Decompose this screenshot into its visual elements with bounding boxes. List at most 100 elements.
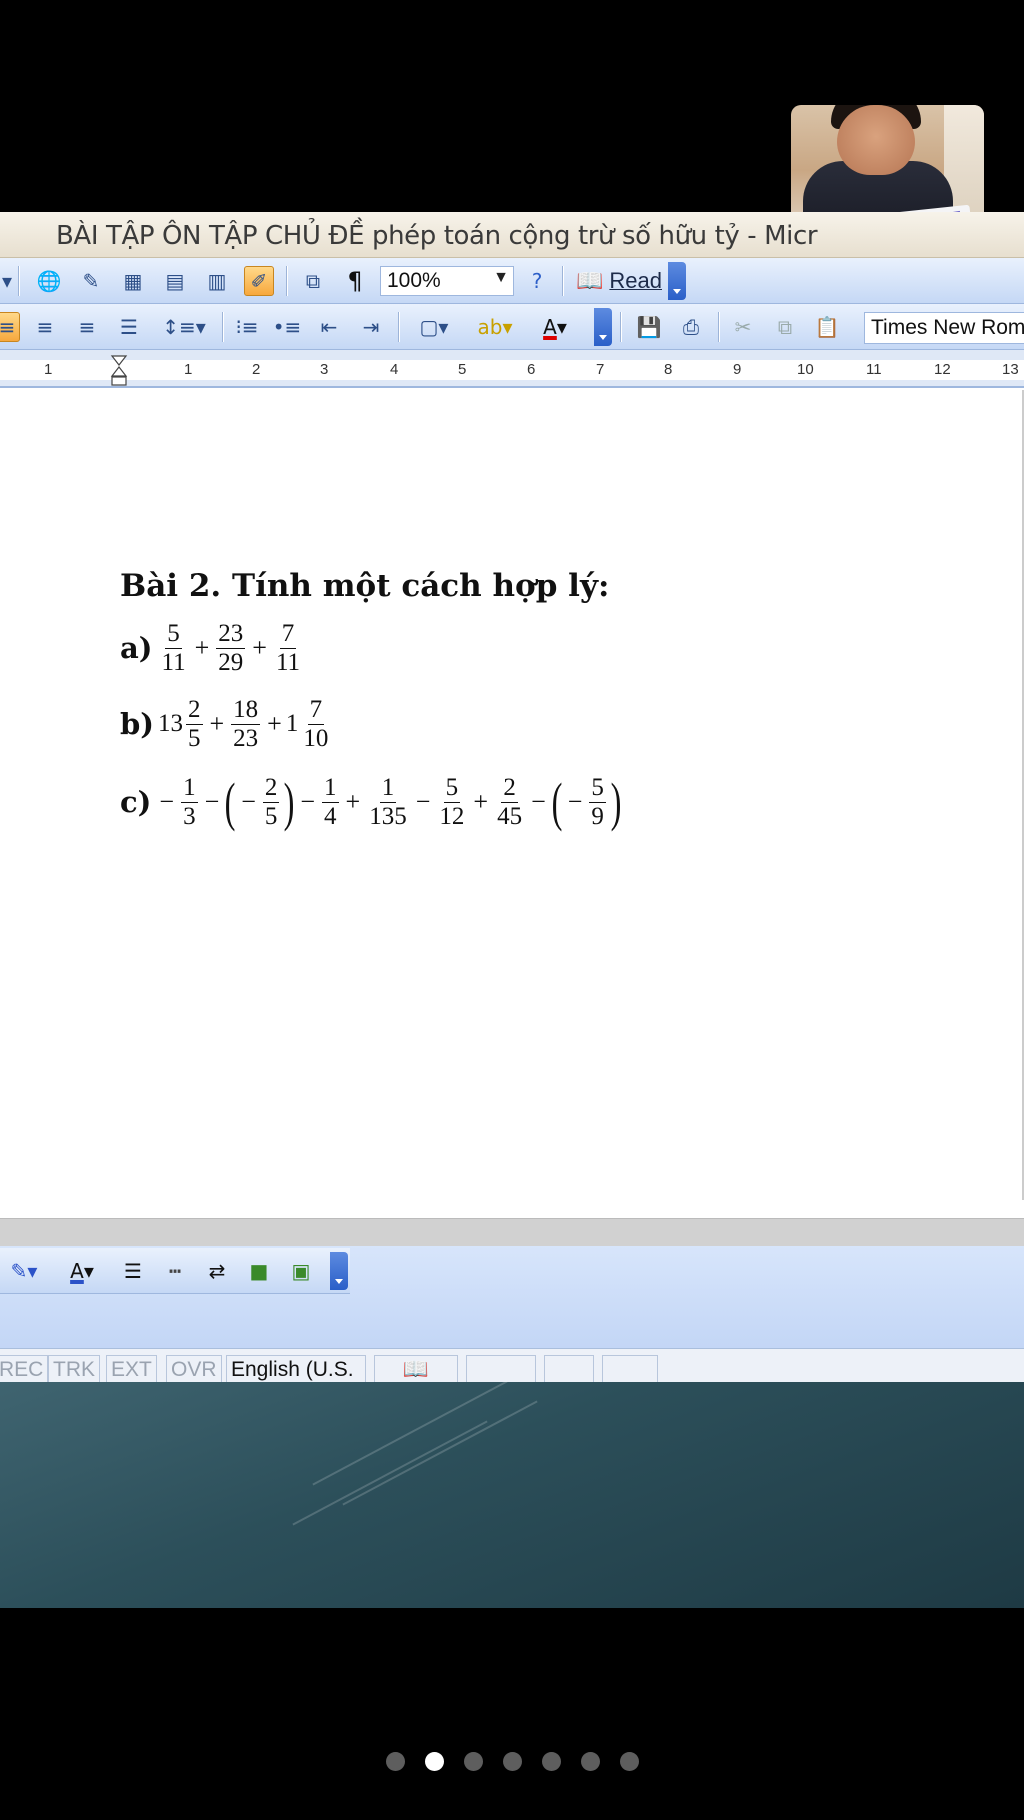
highlight-icon[interactable]: ab▾	[468, 312, 522, 342]
status-rec[interactable]: REC	[0, 1355, 49, 1382]
horizontal-ruler: 1 1 2 3 4 5 6 7 8 9 10 11 12 13	[0, 350, 1024, 388]
ruler-number: 2	[252, 361, 261, 378]
status-language[interactable]: English (U.S.	[226, 1355, 366, 1382]
page-dot[interactable]	[463, 1752, 483, 1771]
page-dot[interactable]	[502, 1752, 522, 1771]
operator: +	[194, 633, 210, 662]
toolbar-overflow-icon[interactable]: ▾	[0, 266, 14, 296]
numbering-icon[interactable]: ⁝≡	[232, 312, 262, 342]
3d-style-icon[interactable]: ▣	[286, 1256, 316, 1286]
page-dot-active[interactable]	[424, 1752, 444, 1771]
borders-icon[interactable]: ▢▾	[408, 312, 460, 342]
tables-borders-icon[interactable]: ✎	[76, 266, 106, 296]
columns-icon[interactable]: ▥	[202, 266, 232, 296]
status-empty-cell	[544, 1355, 594, 1382]
font-color-icon[interactable]: A ▾	[530, 312, 580, 342]
page-dot[interactable]	[385, 1752, 405, 1771]
page-indicator	[0, 1752, 1024, 1776]
operator: +	[252, 633, 267, 662]
line-style-icon[interactable]: ☰	[118, 1256, 148, 1286]
right-paren: )	[610, 772, 622, 832]
fraction: 1 135	[369, 774, 407, 830]
fraction: 25	[262, 774, 280, 830]
ruler-number: 6	[527, 361, 536, 378]
line-color-icon[interactable]: ✎▾	[0, 1256, 48, 1286]
font-name-select[interactable]: Times New Rom	[864, 312, 1024, 344]
operator: −	[204, 787, 220, 816]
formatting-toolbar: ≡ ≡ ≡ ☰ ↕≡▾ ⁝≡ •≡ ⇤ ⇥ ▢▾ ab▾ A ▾ 💾 ⎙ ✂ ⧉ …	[0, 304, 1024, 350]
operator: +	[209, 709, 225, 738]
fraction: 7 10	[303, 696, 329, 752]
page-dot[interactable]	[580, 1752, 600, 1771]
save-icon[interactable]: 💾	[634, 312, 664, 342]
arrow-style-icon[interactable]: ⇄	[202, 1256, 232, 1286]
decrease-indent-icon[interactable]: ⇤	[314, 312, 344, 342]
operator: +	[267, 709, 282, 738]
fraction: 5 12	[439, 774, 465, 830]
horizontal-scrollbar[interactable]	[0, 1218, 1024, 1246]
document-page[interactable]: Bài 2. Tính một cách hợp lý: a) 5 11 + 23…	[0, 390, 1024, 1200]
ruler-number: 10	[797, 361, 814, 378]
copy-icon[interactable]: ⧉	[770, 312, 800, 342]
ruler-number: 7	[596, 361, 605, 378]
right-paren: )	[283, 772, 295, 832]
fraction: 13	[181, 774, 198, 830]
cut-icon[interactable]: ✂	[728, 312, 758, 342]
paste-icon[interactable]: 📋	[812, 312, 842, 342]
drawing-toolbar: ✎▾ A ▾ ☰ ┅ ⇄ ■ ▣	[0, 1248, 350, 1294]
spelling-status-icon[interactable]: 📖	[374, 1355, 458, 1382]
page-dot[interactable]	[619, 1752, 639, 1771]
ruler-number: 9	[733, 361, 742, 378]
whole-number: 13	[158, 710, 183, 737]
whole-number: 1	[285, 710, 299, 737]
zoom-select[interactable]: 100% ▼	[380, 266, 514, 296]
problem-a: a) 5 11 + 23 29 + 7 11	[120, 620, 305, 676]
toolbar-options-icon[interactable]	[668, 262, 686, 300]
show-hide-icon[interactable]: ¶	[340, 266, 370, 296]
document-map-icon[interactable]: ⧉	[298, 266, 328, 296]
exercise-title: Bài 2. Tính một cách hợp lý:	[120, 568, 610, 604]
justify-icon[interactable]: ☰	[114, 312, 144, 342]
hyperlink-icon[interactable]: 🌐	[34, 266, 64, 296]
fraction: 25	[186, 696, 203, 752]
status-trk[interactable]: TRK	[48, 1355, 100, 1382]
insert-table-icon[interactable]: ▦	[118, 266, 148, 296]
problem-b: b) 13 25 + 18 23 + 1 7 10	[120, 696, 333, 752]
align-right-icon[interactable]: ≡	[72, 312, 102, 342]
ruler-number: 8	[664, 361, 673, 378]
fraction: 2 45	[497, 774, 523, 830]
ruler-number: 11	[866, 361, 882, 378]
line-spacing-icon[interactable]: ↕≡▾	[158, 312, 210, 342]
increase-indent-icon[interactable]: ⇥	[356, 312, 386, 342]
status-ovr[interactable]: OVR	[166, 1355, 222, 1382]
drawing-icon[interactable]: ✐	[244, 266, 274, 296]
operator: −	[567, 787, 583, 816]
page-dot[interactable]	[541, 1752, 561, 1771]
read-button[interactable]: 📖 Read	[576, 266, 662, 296]
status-empty-cell	[466, 1355, 536, 1382]
desktop-background	[0, 1380, 1024, 1608]
bullets-icon[interactable]: •≡	[272, 312, 302, 342]
ruler-number: 1	[184, 361, 193, 378]
indent-marker[interactable]	[110, 354, 128, 386]
status-empty-cell	[602, 1355, 658, 1382]
operator: −	[300, 787, 316, 816]
insert-excel-icon[interactable]: ▤	[160, 266, 190, 296]
font-color-icon[interactable]: A ▾	[58, 1256, 106, 1286]
fraction: 14	[322, 774, 339, 830]
dash-style-icon[interactable]: ┅	[160, 1256, 190, 1286]
problem-label: b)	[120, 707, 154, 741]
problem-c: c) − 13 − ( − 25 ) − 14 + 1 135 − 5 12 + 2…	[120, 774, 623, 830]
status-ext[interactable]: EXT	[106, 1355, 157, 1382]
ruler-number: 5	[458, 361, 467, 378]
drawing-toolbar-dock: ✎▾ A ▾ ☰ ┅ ⇄ ■ ▣	[0, 1246, 1024, 1348]
align-left-icon[interactable]: ≡	[0, 312, 20, 342]
align-center-icon[interactable]: ≡	[30, 312, 60, 342]
zoom-value: 100%	[387, 269, 441, 292]
shadow-style-icon[interactable]: ■	[244, 1256, 274, 1286]
operator: +	[345, 787, 361, 816]
drawing-toolbar-options-icon[interactable]	[330, 1252, 348, 1290]
format-toolbar-options-icon[interactable]	[594, 308, 612, 346]
help-icon[interactable]: ?	[522, 266, 552, 296]
print-icon[interactable]: ⎙	[676, 312, 706, 342]
